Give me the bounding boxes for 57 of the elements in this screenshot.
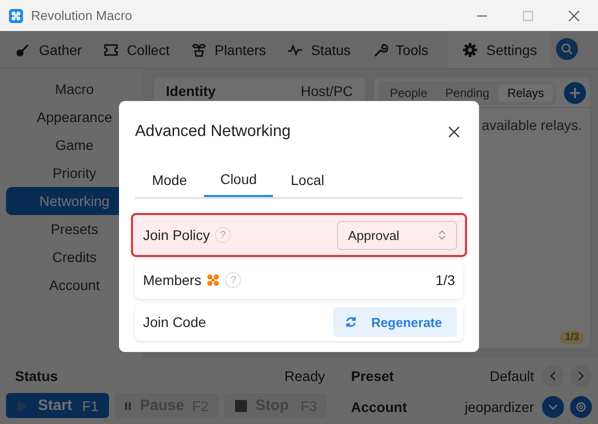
control-button[interactable]: Start F1: [6, 393, 109, 418]
previous-button[interactable]: [542, 365, 564, 387]
help-button[interactable]: ?: [214, 227, 231, 243]
app-logo-icon: [9, 8, 23, 22]
sidebar-item[interactable]: Macro: [6, 75, 143, 103]
window-title: Revolution Macro: [31, 8, 132, 23]
account-dropdown-button[interactable]: [542, 396, 564, 418]
nav-tab[interactable]: Settings: [448, 31, 551, 68]
plus-icon: [569, 87, 581, 99]
close-icon[interactable]: [568, 10, 580, 22]
setting-label: Join Code: [143, 314, 206, 330]
add-button[interactable]: [564, 82, 586, 104]
segment-tab[interactable]: Relays: [498, 84, 553, 102]
setting-label: Join Policy: [143, 227, 210, 243]
sprout-icon: [190, 42, 207, 58]
account-value: jeopardizer: [464, 399, 534, 415]
chevron-down-icon: [548, 403, 558, 411]
account-settings-button[interactable]: [570, 396, 592, 418]
preset-label: Preset: [350, 368, 395, 384]
close-icon: [448, 126, 460, 138]
refresh-icon: [345, 316, 358, 328]
sort-icon: [438, 230, 446, 240]
account-label: Account: [350, 399, 408, 415]
status-label: Status: [14, 368, 59, 384]
search-button[interactable]: [556, 38, 578, 60]
status-value: Ready: [284, 368, 325, 384]
chevron-left-icon: [549, 371, 557, 381]
nav-tab[interactable]: Gather: [10, 31, 98, 68]
chevron-right-icon: [577, 371, 585, 381]
help-button[interactable]: ?: [225, 272, 242, 288]
dialog-tab[interactable]: Cloud: [204, 163, 273, 197]
policy-dropdown[interactable]: Approval: [337, 220, 457, 250]
regenerate-button[interactable]: Regenerate: [333, 307, 457, 337]
segment-tab[interactable]: People: [380, 84, 436, 102]
setting-label: Members: [143, 272, 202, 288]
dialog-title: Advanced Networking: [135, 123, 291, 141]
preset-value: Default: [490, 368, 534, 384]
count-badge: 1/3: [560, 331, 584, 344]
nav-tab[interactable]: Collect: [98, 31, 186, 68]
nav-tab[interactable]: Status: [282, 31, 367, 68]
pulse-icon: [286, 42, 303, 58]
close-button[interactable]: [447, 125, 461, 139]
segment-tab[interactable]: Pending: [436, 84, 498, 102]
nav-tab[interactable]: Planters: [186, 31, 282, 68]
relays-message: available relays.: [482, 117, 582, 133]
member-count: 1/3: [436, 272, 455, 288]
dialog-tab[interactable]: Local: [273, 163, 342, 197]
identity-value: Host/PC: [300, 83, 353, 101]
next-button[interactable]: [570, 365, 592, 387]
search-icon: [560, 43, 573, 55]
maximize-icon[interactable]: [522, 10, 534, 22]
wrench-icon: [372, 42, 388, 58]
ticket-icon: [102, 42, 119, 58]
nav-tab[interactable]: Tools: [366, 31, 444, 68]
identity-label: Identity: [166, 83, 216, 101]
stop-icon: [234, 398, 248, 412]
shovel-icon: [15, 42, 31, 58]
